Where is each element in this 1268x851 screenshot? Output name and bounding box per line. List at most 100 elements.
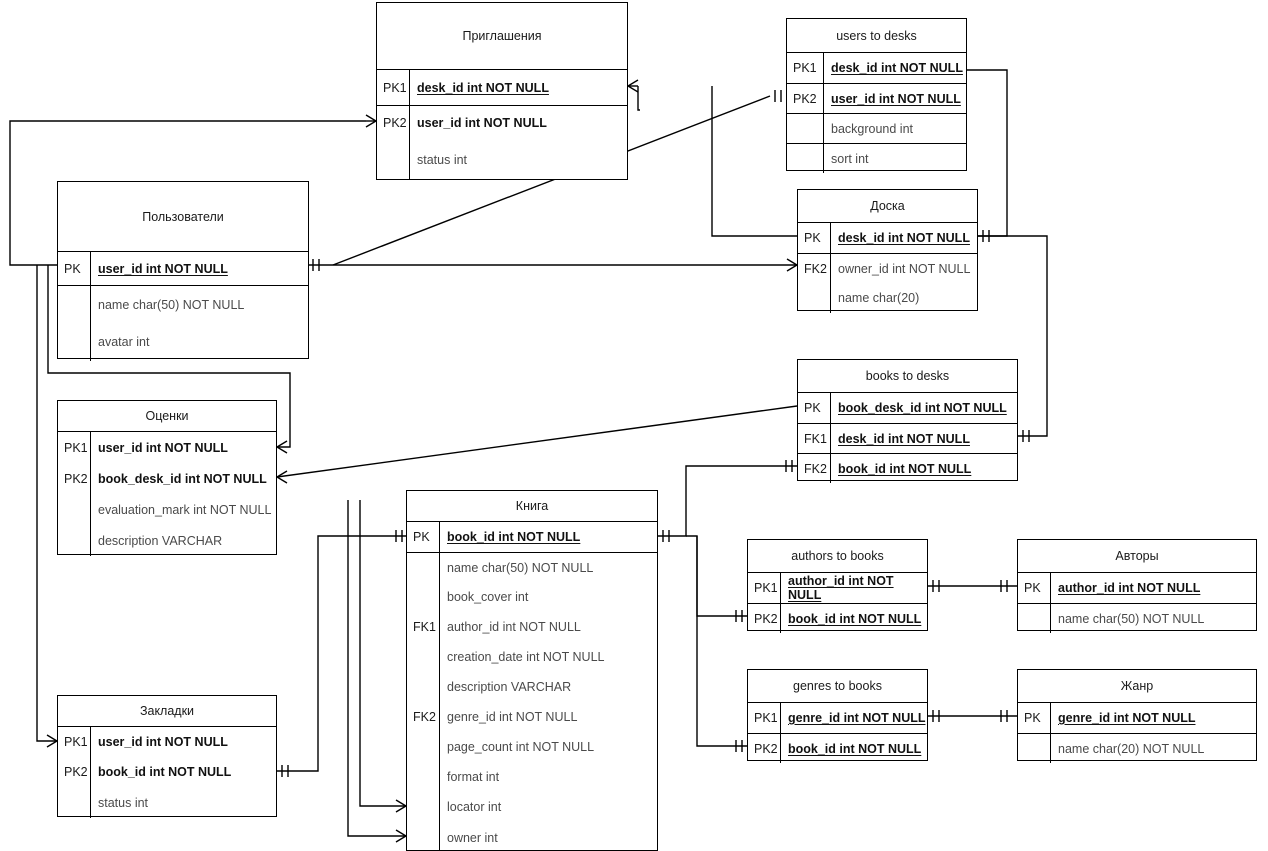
entity-authors_to_books[interactable]: authors to books PK1 author_id int NOT NUL… [747,539,928,633]
field-name: background int [823,114,966,143]
field-key-FK2: FK2 [804,461,827,476]
field-key-PK1: PK1 [754,581,778,595]
entity-books_to_desks[interactable]: books to desks PK book_desk_id int NOT NUL… [797,359,1018,483]
field-key-FK1: FK1 [804,431,827,446]
field-key-none [407,582,439,612]
field-name: user_id int NOT NULL [409,106,627,140]
field-text: genre_id int NOT NULL [1058,711,1196,725]
entity-authors[interactable]: Авторы PK author_id int NOT NULL name char(… [1017,539,1257,633]
entity-keycolumn-divider-authors_to_books [780,573,781,633]
field-key-PK2: PK2 [754,611,778,626]
field-name: author_id int NOT NULL [1050,573,1256,603]
field-text: book_id int NOT NULL [788,611,922,626]
field-key-none [407,732,439,762]
field-key-PK1: PK1 [793,61,817,75]
field-key-PK: PK [804,231,821,245]
table-row: PK user_id int NOT NULL [58,252,308,285]
field-key-none [787,114,823,143]
field-name: owner int [439,822,657,851]
entity-keycolumn-divider-genres_to_books [780,703,781,763]
field-key-none [58,286,90,323]
field-name: avatar int [90,323,308,361]
field-key-none [58,787,90,818]
field-key-PK2: PK2 [754,741,778,756]
field-key-PK2: PK2 [383,116,407,130]
table-row: page_count int NOT NULL [407,732,657,762]
field-name: sort int [823,144,966,173]
field-name: description VARCHAR [439,672,657,702]
field-text: name char(50) NOT NULL [98,297,245,312]
field-name: locator int [439,792,657,822]
entity-bookmarks[interactable]: Закладки PK1 user_id int NOT NULL PK2 book_i… [57,695,277,818]
entity-title-book: Книга [515,499,549,513]
table-row: creation_date int NOT NULL [407,642,657,672]
field-key-none [1018,734,1050,763]
link-book-locator-loop [359,500,406,807]
field-name: desk_id int NOT NULL [830,424,1017,453]
field-key-none [407,672,439,702]
table-row: PK book_id int NOT NULL [407,522,657,552]
field-name: book_id int NOT NULL [780,734,927,763]
field-text: desk_id int NOT NULL [831,61,963,75]
table-row: PK author_id int NOT NULL [1018,573,1256,603]
table-row: PK1 genre_id int NOT NULL [748,703,927,733]
entity-keycolumn-divider-bookmarks [90,727,91,818]
entity-fields-genre: PK genre_id int NOT NULL name char(20) NOT… [1018,702,1256,763]
entity-title-ratings: Оценки [145,409,189,423]
field-key-none [407,762,439,792]
field-text: book_id int NOT NULL [98,765,232,779]
field-name: name char(50) NOT NULL [90,286,308,323]
field-name: genre_id int NOT NULL [780,703,927,733]
field-text: book_cover int [447,590,529,604]
entity-genres_to_books[interactable]: genres to books PK1 genre_id int NOT NULL P… [747,669,928,763]
entity-fields-users: PK user_id int NOT NULL name char(50) NOT … [58,251,308,361]
entity-users_to_desks[interactable]: users to desks PK1 desk_id int NOT NULL PK2… [786,18,967,173]
field-text: status int [98,795,149,810]
entity-keycolumn-divider-users_to_desks [823,53,824,173]
link-book-owner-loop [347,500,406,837]
link-usersdesks-left-to-desk [711,86,797,237]
entity-book[interactable]: Книга PK book_id int NOT NULL name char(50)… [406,490,658,851]
field-name: book_desk_id int NOT NULL [830,393,1017,423]
field-key-none [407,792,439,822]
field-text: evaluation_mark int NOT NULL [98,502,272,517]
field-key-PK1: PK1 [64,735,88,749]
link-book-to-authorsbooks [686,535,747,617]
field-key-PK2: PK2 [64,471,88,486]
field-name: creation_date int NOT NULL [439,642,657,672]
field-text: background int [831,121,914,136]
entity-keycolumn-divider-books_to_desks [830,393,831,483]
table-row: FK2 genre_id int NOT NULL [407,702,657,732]
table-row: name char(20) NOT NULL [1018,733,1256,763]
field-key-PK2: PK2 [793,91,817,106]
table-row: PK1 author_id int NOT NULL [748,573,927,603]
field-name: owner_id int NOT NULL [830,254,977,283]
field-key-FK2: FK2 [804,261,827,276]
entity-genre[interactable]: Жанр PK genre_id int NOT NULL name char(20)… [1017,669,1257,763]
entity-invitations[interactable]: Приглашения PK1 desk_id int NOT NULL PK2 use… [376,2,628,180]
field-text: book_desk_id int NOT NULL [838,401,1007,415]
field-text: author_id int NOT NULL [447,620,581,634]
entity-title-invitations: Приглашения [462,29,542,43]
field-key-PK1: PK1 [754,711,778,725]
entity-desk[interactable]: Доска PK desk_id int NOT NULL FK2 owner_id i… [797,189,978,313]
field-text: author_id int NOT NULL [1058,581,1201,595]
field-key-FK1: FK1 [413,620,436,634]
field-text: owner_id int NOT NULL [838,261,971,276]
entity-ratings[interactable]: Оценки PK1 user_id int NOT NULL PK2 book_des… [57,400,277,556]
table-row: FK1 author_id int NOT NULL [407,612,657,642]
entity-title-bookmarks: Закладки [139,704,195,718]
er-diagram-canvas: Приглашения PK1 desk_id int NOT NULL PK2 use… [0,0,1268,851]
field-text: book_id int NOT NULL [838,461,972,476]
link-users-to-bookmarks [36,265,57,742]
field-text: desk_id int NOT NULL [838,431,970,446]
field-key-PK: PK [1024,711,1041,725]
field-key-PK: PK [804,401,821,415]
field-name: genre_id int NOT NULL [1050,703,1256,733]
field-key-none [407,553,439,582]
field-key-PK: PK [64,261,81,276]
link-invitations-desk-b [637,86,640,111]
field-key-PK: PK [413,530,430,544]
entity-title-genre: Жанр [1120,679,1154,693]
entity-users[interactable]: Пользователи PK user_id int NOT NULL name c… [57,181,309,361]
